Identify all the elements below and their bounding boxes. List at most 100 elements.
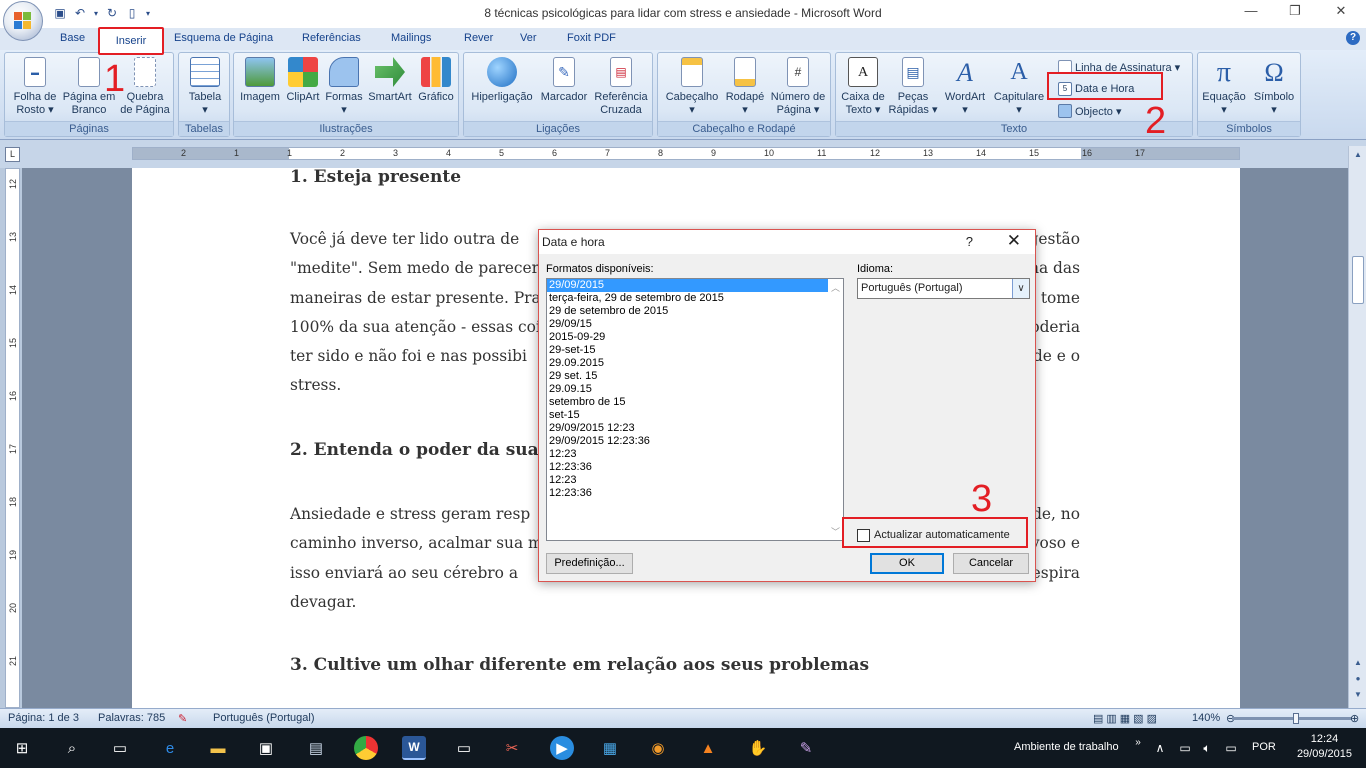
app-icon-4[interactable]: ▦ [598, 736, 622, 760]
input-language[interactable]: POR [1252, 741, 1276, 753]
page-number-button[interactable]: # Número de Página ▾ [767, 57, 829, 117]
chevron-down-icon[interactable]: ∨ [1012, 279, 1029, 298]
volume-icon[interactable]: 🔈︎ [1198, 736, 1216, 760]
list-scroll-up-icon[interactable]: ︿ [831, 281, 840, 294]
table-button[interactable]: Tabela ▾ [182, 57, 228, 117]
view-buttons[interactable]: ▤▥▦▧▨ [1093, 712, 1160, 725]
shapes-button[interactable]: Formas ▾ [323, 57, 365, 117]
office-button[interactable] [3, 1, 43, 41]
format-list-item[interactable]: 29.09.15 [547, 383, 843, 396]
previous-page-icon[interactable]: ▲ [1351, 656, 1365, 670]
chart-button[interactable]: Gráfico [415, 57, 457, 104]
format-list-item[interactable]: 12:23 [547, 474, 843, 487]
formats-list-scrollbar[interactable]: ︿ ﹀ [829, 279, 843, 540]
horizontal-ruler[interactable]: 2 1 1 2 3 4 5 6 7 8 9 10 11 12 13 14 15 16 17 [132, 147, 1240, 160]
store-icon[interactable]: ▣ [254, 736, 278, 760]
media-player-icon[interactable]: ▶ [550, 736, 574, 760]
quick-parts-button[interactable]: ▤ Peças Rápidas ▾ [888, 57, 938, 117]
toolbar-expand-icon[interactable]: » [1132, 730, 1144, 754]
format-list-item[interactable]: setembro de 15 [547, 396, 843, 409]
format-list-item[interactable]: 12:23:36 [547, 487, 843, 500]
dialog-help-icon[interactable]: ? [966, 234, 973, 249]
footer-button[interactable]: Rodapé ▾ [723, 57, 767, 117]
cover-page-button[interactable]: ▬ Folha de Rosto ▾ [9, 57, 61, 117]
text-box-button[interactable]: A Caixa de Texto ▾ [838, 57, 888, 117]
tab-referencias[interactable]: Referências [302, 32, 361, 44]
vertical-ruler[interactable]: 12 13 14 15 16 17 18 19 20 21 [5, 168, 20, 708]
paint-icon[interactable]: ✎ [794, 736, 818, 760]
equation-button[interactable]: π Equação ▾ [1200, 57, 1248, 117]
cancel-button[interactable]: Cancelar [953, 553, 1029, 574]
tab-base[interactable]: Base [60, 32, 85, 44]
set-default-button[interactable]: Predefinição... [546, 553, 633, 574]
desktop-toolbar-label[interactable]: Ambiente de trabalho [1014, 741, 1119, 753]
header-button[interactable]: Cabeçalho ▾ [661, 57, 723, 117]
format-list-item[interactable]: 29 set. 15 [547, 370, 843, 383]
object-button[interactable]: Objecto ▾ [1058, 102, 1122, 120]
bookmark-button[interactable]: ✎ Marcador [537, 57, 591, 104]
app-icon-2[interactable]: ▭ [452, 736, 476, 760]
show-hidden-icons[interactable]: ∧ [1152, 736, 1168, 760]
minimize-button[interactable]: — [1236, 3, 1266, 23]
list-scroll-down-icon[interactable]: ﹀ [831, 525, 840, 538]
drop-cap-button[interactable]: A Capitulare ▾ [992, 57, 1046, 117]
format-list-item[interactable]: 12:23:36 [547, 461, 843, 474]
tab-selector[interactable]: L [5, 147, 20, 162]
format-list-item[interactable]: 29-set-15 [547, 344, 843, 357]
format-list-item[interactable]: terça-feira, 29 de setembro de 2015 [547, 292, 843, 305]
edge-icon[interactable]: e [158, 736, 182, 760]
tab-foxit-pdf[interactable]: Foxit PDF [567, 32, 616, 44]
format-list-item[interactable]: 29 de setembro de 2015 [547, 305, 843, 318]
tab-ver[interactable]: Ver [520, 32, 537, 44]
smartart-button[interactable]: SmartArt [365, 57, 415, 104]
vlc-icon[interactable]: ▲ [696, 736, 720, 760]
symbol-button[interactable]: Ω Símbolo ▾ [1250, 57, 1298, 117]
network-icon[interactable]: ▭ [1176, 736, 1194, 760]
app-icon-5[interactable]: ✋ [746, 736, 770, 760]
format-list-item[interactable]: 29/09/2015 [547, 279, 828, 292]
app-icon-1[interactable]: ▤ [304, 736, 328, 760]
page-break-button[interactable]: Quebra de Página [117, 57, 173, 117]
language-select[interactable]: Português (Portugal) ∨ [857, 278, 1030, 299]
task-view-icon[interactable]: ▭ [108, 736, 132, 760]
clock[interactable]: 12:24 29/09/2015 [1297, 732, 1352, 762]
cross-reference-button[interactable]: ▤ Referência Cruzada [591, 57, 651, 117]
zoom-level[interactable]: 140% [1192, 712, 1220, 724]
format-list-item[interactable]: 29/09/2015 12:23 [547, 422, 843, 435]
browse-object-icon[interactable]: ● [1351, 672, 1365, 686]
dialog-close-icon[interactable]: ✕ [1007, 231, 1021, 251]
next-page-icon[interactable]: ▼ [1351, 688, 1365, 702]
file-explorer-icon[interactable]: ▬ [206, 736, 230, 760]
scrollbar-thumb[interactable] [1352, 256, 1364, 304]
windows-start-icon[interactable]: ⊞ [10, 736, 34, 760]
vertical-scrollbar[interactable]: ▲ ▲ ● ▼ [1348, 146, 1366, 708]
format-list-item[interactable]: 29/09/2015 12:23:36 [547, 435, 843, 448]
tab-inserir[interactable]: Inserir [98, 27, 164, 55]
format-list-item[interactable]: 12:23 [547, 448, 843, 461]
close-button[interactable]: ✕ [1326, 3, 1356, 23]
format-list-item[interactable]: 29.09.2015 [547, 357, 843, 370]
format-list-item[interactable]: 29/09/15 [547, 318, 843, 331]
clipart-button[interactable]: ClipArt [283, 57, 323, 104]
formats-list[interactable]: 29/09/2015 terça-feira, 29 de setembro de… [546, 278, 844, 541]
blender-icon[interactable]: ◉ [646, 736, 670, 760]
zoom-slider[interactable] [1232, 717, 1352, 720]
zoom-slider-thumb[interactable] [1293, 713, 1299, 724]
proofing-icon[interactable]: ✎ [178, 712, 187, 725]
zoom-in-icon[interactable]: ⊕ [1350, 712, 1359, 725]
notifications-icon[interactable]: ▭ [1222, 736, 1240, 760]
scroll-up-icon[interactable]: ▲ [1351, 148, 1365, 162]
format-list-item[interactable]: 2015-09-29 [547, 331, 843, 344]
ok-button[interactable]: OK [870, 553, 944, 574]
hyperlink-button[interactable]: Hiperligação [467, 57, 537, 104]
search-icon[interactable]: ⌕ [60, 736, 84, 760]
tab-esquema-de-pagina[interactable]: Esquema de Página [174, 32, 273, 44]
restore-button[interactable]: ❐ [1280, 3, 1310, 23]
word-count[interactable]: Palavras: 785 [98, 712, 165, 724]
tab-mailings[interactable]: Mailings [391, 32, 431, 44]
app-icon-3[interactable]: ✂ [500, 736, 524, 760]
tab-rever[interactable]: Rever [464, 32, 493, 44]
wordart-button[interactable]: A WordArt ▾ [938, 57, 992, 117]
page-count[interactable]: Página: 1 de 3 [8, 712, 79, 724]
word-taskbar-icon[interactable]: W [402, 736, 426, 760]
